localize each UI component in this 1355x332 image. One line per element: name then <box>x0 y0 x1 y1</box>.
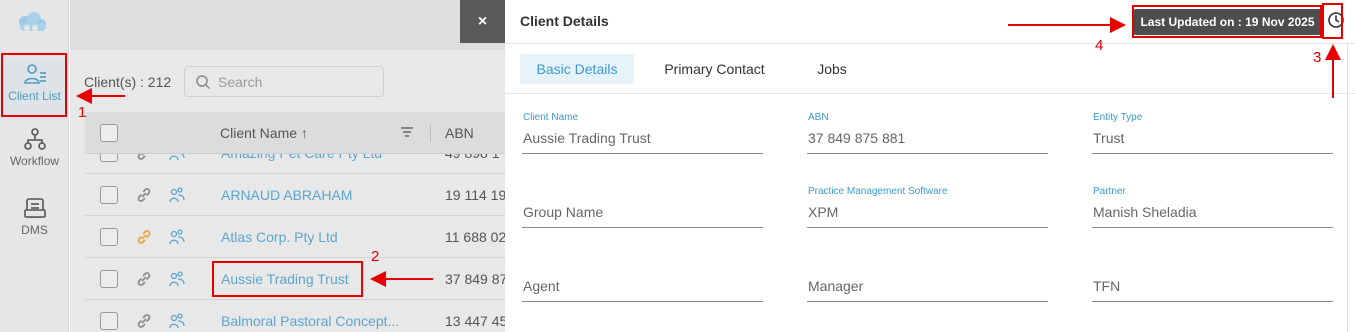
form-field[interactable]: Partner Manish Sheladia <box>1092 186 1333 228</box>
annotation-box-3 <box>1322 3 1343 39</box>
group-users-icon[interactable] <box>168 154 186 162</box>
tab-primary-contact[interactable]: Primary Contact <box>642 54 787 84</box>
form-field[interactable]: Agent <box>522 260 763 302</box>
field-placeholder: Group Name <box>523 204 604 220</box>
form-field[interactable]: Practice Management Software XPM <box>807 186 1048 228</box>
field-placeholder: TFN <box>1093 278 1121 294</box>
link-icon[interactable] <box>135 312 153 330</box>
workflow-icon <box>23 128 46 150</box>
link-icon[interactable] <box>135 270 153 288</box>
column-header-abn[interactable]: ABN <box>445 125 474 141</box>
row-checkbox[interactable] <box>100 228 118 246</box>
client-abn: 11 688 02 <box>445 229 507 245</box>
field-placeholder: Manager <box>808 278 864 294</box>
form-field[interactable]: Manager <box>807 260 1048 302</box>
select-all-checkbox[interactable] <box>100 124 118 142</box>
form-field[interactable]: Entity Type Trust <box>1092 112 1333 154</box>
table-header: Client Name ↑ ABN <box>85 112 505 154</box>
link-icon[interactable] <box>135 228 153 246</box>
nav-item-workflow[interactable]: Workflow <box>0 127 69 177</box>
table-row[interactable]: Balmoral Pastoral Concept... 13 447 45 <box>85 300 508 332</box>
search-placeholder: Search <box>218 74 263 90</box>
field-label: Entity Type <box>1093 112 1143 123</box>
close-panel-button[interactable]: × <box>460 0 505 43</box>
nav-item-dms[interactable]: DMS <box>0 196 69 246</box>
client-abn: 13 447 45 <box>445 313 508 329</box>
table-row[interactable]: ARNAUD ABRAHAM 19 114 19 <box>85 174 507 216</box>
annotation-label-2: 2 <box>371 248 380 265</box>
app-screen: Client List Workflow DMS × Client(s): 2… <box>0 0 1355 332</box>
client-abn: 19 114 19 <box>445 187 507 203</box>
tab-basic-details[interactable]: Basic Details <box>520 54 634 84</box>
group-users-icon[interactable] <box>168 228 186 246</box>
field-value: 37 849 875 881 <box>808 130 906 146</box>
form-field[interactable]: TFN <box>1092 260 1333 302</box>
panel-title: Client Details <box>520 13 609 29</box>
annotation-box-4 <box>1132 5 1322 38</box>
client-details-panel: Client Details Last Updated on : 19 Nov … <box>505 0 1355 332</box>
search-input[interactable]: Search <box>184 66 384 97</box>
client-abn: 49 898 1 <box>445 154 500 161</box>
nav-rail: Client List Workflow DMS <box>0 0 69 332</box>
field-label: Client Name <box>523 112 579 123</box>
annotation-label-3: 3 <box>1313 49 1322 66</box>
app-logo-icon <box>19 12 46 31</box>
row-checkbox[interactable] <box>100 186 118 204</box>
field-label: Partner <box>1093 186 1126 197</box>
row-checkbox[interactable] <box>100 270 118 288</box>
annotation-box-1 <box>1 53 67 117</box>
table-row[interactable]: Amazing Pet Care Pty Ltd 49 898 1 <box>85 154 505 174</box>
link-icon[interactable] <box>135 186 153 204</box>
search-icon <box>196 75 211 90</box>
field-value: Manish Sheladia <box>1093 204 1197 220</box>
row-checkbox[interactable] <box>100 312 118 330</box>
column-header-client-name[interactable]: Client Name ↑ <box>220 125 308 141</box>
field-label: ABN <box>808 112 829 123</box>
column-divider <box>430 124 431 142</box>
client-name-link[interactable]: Atlas Corp. Pty Ltd <box>221 229 338 245</box>
group-users-icon[interactable] <box>168 186 186 204</box>
field-value: Trust <box>1093 130 1125 146</box>
client-name-link[interactable]: ARNAUD ABRAHAM <box>221 187 352 203</box>
table-row[interactable]: Atlas Corp. Pty Ltd 11 688 02 <box>85 216 507 258</box>
annotation-box-2 <box>212 261 363 297</box>
field-value: XPM <box>808 204 839 220</box>
client-name-link[interactable]: Amazing Pet Care Pty Ltd <box>221 154 382 161</box>
form-field[interactable]: Group Name <box>522 186 763 228</box>
panel-scrollbar[interactable] <box>1347 44 1348 332</box>
link-icon[interactable] <box>135 154 153 162</box>
nav-label-workflow: Workflow <box>9 154 60 168</box>
filter-icon[interactable] <box>400 126 414 138</box>
field-placeholder: Agent <box>523 278 560 294</box>
top-bar <box>70 0 505 50</box>
client-name-link[interactable]: Balmoral Pastoral Concept... <box>221 313 399 329</box>
dms-icon <box>23 198 46 218</box>
field-value: Aussie Trading Trust <box>523 130 651 146</box>
group-users-icon[interactable] <box>168 270 186 288</box>
client-count: Client(s) : 212 <box>84 74 172 90</box>
row-checkbox[interactable] <box>100 154 118 162</box>
client-abn: 37 849 87 <box>445 271 508 287</box>
form-field[interactable]: ABN 37 849 875 881 <box>807 112 1048 154</box>
field-label: Practice Management Software <box>808 186 948 197</box>
form-field[interactable]: Client Name Aussie Trading Trust <box>522 112 763 154</box>
group-users-icon[interactable] <box>168 312 186 330</box>
tab-divider <box>505 93 1355 94</box>
tab-jobs[interactable]: Jobs <box>802 54 862 84</box>
nav-label-dms: DMS <box>21 223 48 237</box>
annotation-label-1: 1 <box>78 104 87 121</box>
annotation-label-4: 4 <box>1095 37 1104 54</box>
